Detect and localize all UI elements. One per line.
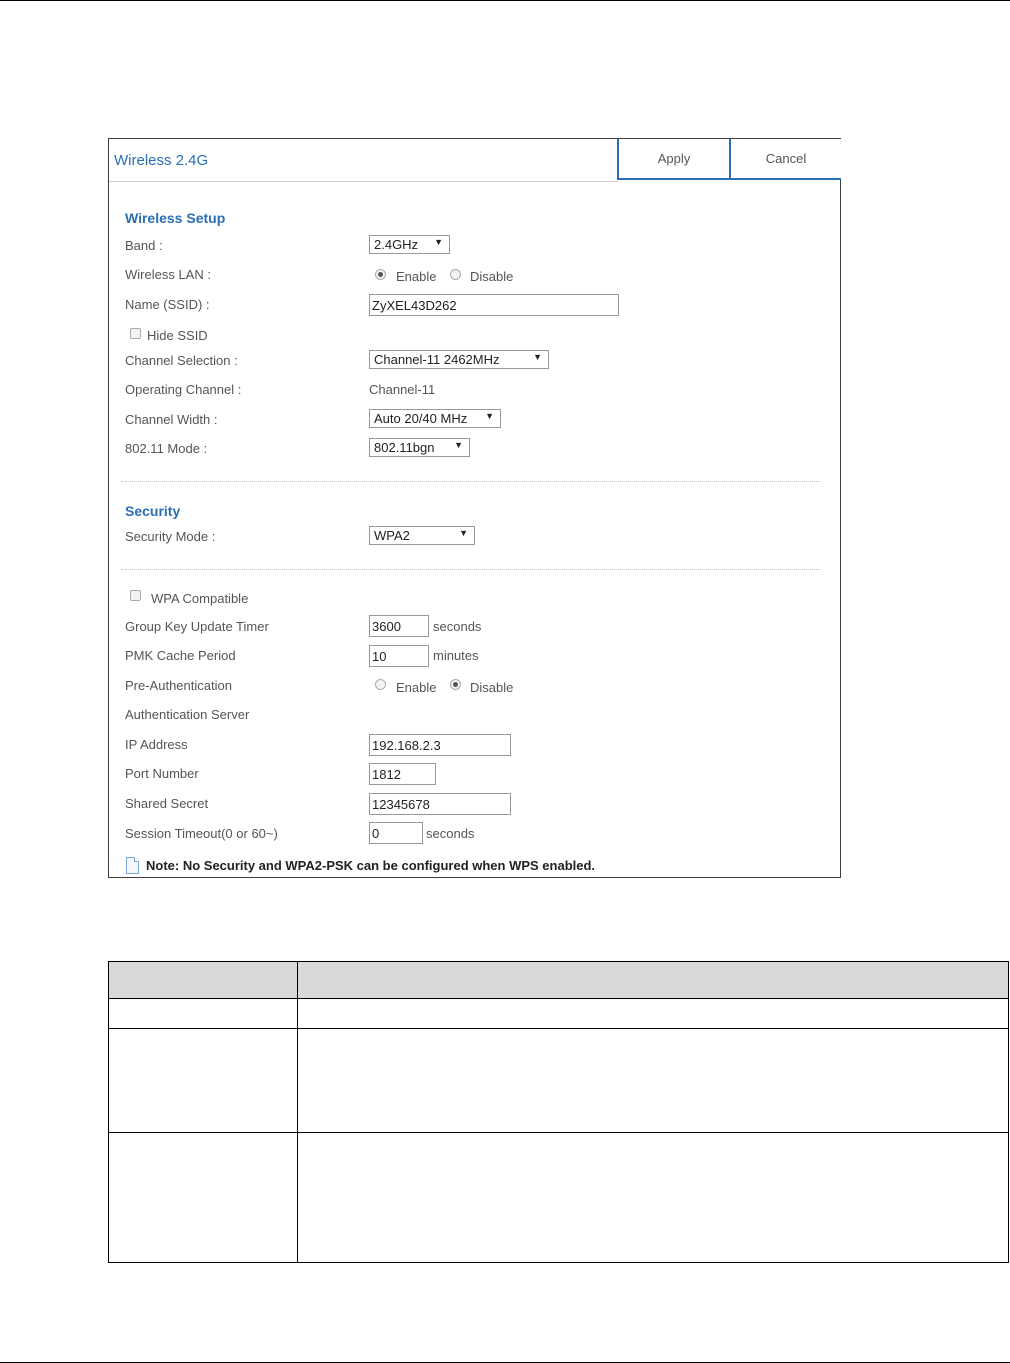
- channel-width-label: Channel Width :: [125, 412, 218, 427]
- band-label: Band :: [125, 238, 163, 253]
- table-header-cell: [297, 961, 1009, 999]
- session-timeout-input[interactable]: 0: [369, 822, 423, 844]
- wireless-setup-heading: Wireless Setup: [125, 210, 226, 226]
- dropdown-arrow-icon: ▼: [434, 237, 443, 247]
- security-heading: Security: [125, 503, 181, 519]
- hide-ssid-checkbox[interactable]: [130, 328, 141, 339]
- preauth-disable-label: Disable: [470, 680, 514, 695]
- wireless-settings-panel: Wireless 2.4G Apply Cancel Wireless Setu…: [108, 138, 841, 878]
- wireless-lan-enable-radio[interactable]: [375, 269, 386, 280]
- wireless-lan-label: Wireless LAN :: [125, 267, 211, 282]
- group-key-unit: seconds: [433, 619, 482, 634]
- wpa-compatible-label: WPA Compatible: [151, 591, 249, 606]
- mode-select[interactable]: 802.11bgn ▼: [369, 438, 470, 457]
- group-key-label: Group Key Update Timer: [125, 619, 269, 634]
- dropdown-arrow-icon: ▼: [454, 440, 463, 450]
- pmk-label: PMK Cache Period: [125, 648, 236, 663]
- shared-secret-input[interactable]: 12345678: [369, 793, 511, 815]
- wireless-lan-disable-label: Disable: [470, 269, 514, 284]
- pmk-unit: minutes: [433, 648, 479, 663]
- preauth-label: Pre-Authentication: [125, 678, 232, 693]
- wps-note: Note: No Security and WPA2-PSK can be co…: [146, 858, 596, 873]
- band-select-value: 2.4GHz: [374, 237, 419, 252]
- section-divider: [121, 569, 821, 570]
- ssid-label: Name (SSID) :: [125, 297, 210, 312]
- table-cell: [108, 998, 298, 1029]
- port-number-label: Port Number: [125, 766, 199, 781]
- table-cell: [108, 1028, 298, 1133]
- hide-ssid-label: Hide SSID: [147, 328, 208, 343]
- mode-value: 802.11bgn: [374, 440, 435, 455]
- channel-selection-select[interactable]: Channel-11 2462MHz ▼: [369, 350, 549, 369]
- preauth-enable-label: Enable: [396, 680, 437, 695]
- port-number-input[interactable]: 1812: [369, 763, 436, 785]
- panel-title: Wireless 2.4G: [114, 152, 209, 169]
- header-divider: [109, 181, 618, 182]
- apply-button[interactable]: Apply: [617, 138, 731, 180]
- table-cell: [297, 998, 1009, 1029]
- wireless-lan-disable-radio[interactable]: [450, 269, 461, 280]
- channel-selection-label: Channel Selection :: [125, 353, 238, 368]
- table-row: [108, 1132, 1009, 1263]
- table-row: [108, 998, 1009, 1029]
- description-table: [108, 961, 1009, 1263]
- table-cell: [297, 1132, 1009, 1263]
- table-header-row: [108, 961, 1009, 999]
- table-row: [108, 1028, 1009, 1133]
- auth-server-label: Authentication Server: [125, 707, 250, 722]
- table-cell: [108, 1132, 298, 1263]
- security-mode-select[interactable]: WPA2 ▼: [369, 526, 475, 545]
- dropdown-arrow-icon: ▼: [533, 352, 542, 362]
- shared-secret-label: Shared Secret: [125, 796, 209, 811]
- wpa-compatible-checkbox[interactable]: [130, 590, 141, 601]
- ip-address-label: IP Address: [125, 737, 188, 752]
- dropdown-arrow-icon: ▼: [485, 411, 494, 421]
- ssid-input[interactable]: ZyXEL43D262: [369, 294, 619, 316]
- table-cell: [297, 1028, 1009, 1133]
- operating-channel-value: Channel-11: [369, 382, 436, 397]
- preauth-disable-radio[interactable]: [450, 679, 461, 690]
- table-header-cell: [108, 961, 298, 999]
- cancel-button[interactable]: Cancel: [729, 138, 841, 180]
- session-timeout-unit: seconds: [426, 826, 475, 841]
- note-document-icon: [126, 857, 139, 874]
- channel-selection-value: Channel-11 2462MHz: [374, 352, 500, 367]
- security-mode-label: Security Mode :: [125, 529, 216, 544]
- section-divider: [121, 481, 821, 482]
- channel-width-select[interactable]: Auto 20/40 MHz ▼: [369, 409, 501, 428]
- security-mode-value: WPA2: [374, 528, 410, 543]
- group-key-input[interactable]: 3600: [369, 615, 429, 637]
- mode-label: 802.11 Mode :: [125, 441, 208, 456]
- band-select[interactable]: 2.4GHz ▼: [369, 235, 450, 254]
- operating-channel-label: Operating Channel :: [125, 382, 242, 397]
- channel-width-value: Auto 20/40 MHz: [374, 411, 468, 426]
- pmk-input[interactable]: 10: [369, 645, 429, 667]
- dropdown-arrow-icon: ▼: [459, 528, 468, 538]
- wireless-lan-enable-label: Enable: [396, 269, 437, 284]
- ip-address-input[interactable]: 192.168.2.3: [369, 734, 511, 756]
- page-top-rule: [0, 0, 1010, 1]
- preauth-enable-radio[interactable]: [375, 679, 386, 690]
- session-timeout-label: Session Timeout(0 or 60~): [125, 826, 278, 841]
